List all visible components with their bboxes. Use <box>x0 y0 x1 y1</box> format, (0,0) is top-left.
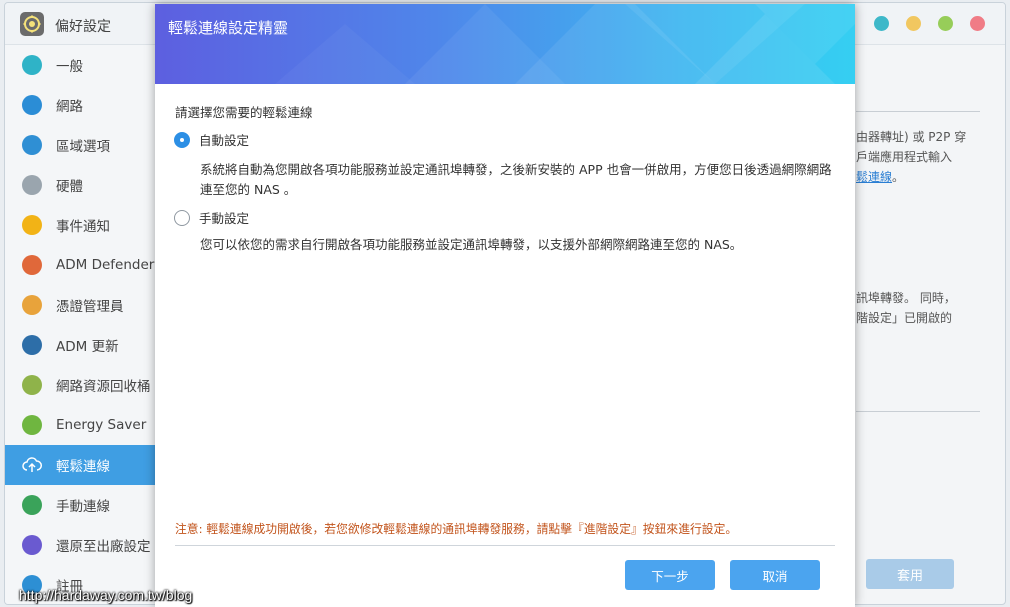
sidebar-item[interactable]: 手動連線 <box>5 485 156 525</box>
sidebar-item[interactable]: Energy Saver <box>5 405 156 445</box>
divider <box>856 111 980 112</box>
dialog-header: 輕鬆連線設定精靈 <box>155 4 855 84</box>
sidebar: 一般網路區域選項硬體事件通知 ADM Defender 憑證管理員 ADM 更新網路資… <box>5 45 156 604</box>
sidebar-item[interactable]: ADM 更新 <box>5 325 156 365</box>
sidebar-item-label: ADM Defender <box>56 257 155 273</box>
sidebar-item[interactable]: 憑證管理員 <box>5 285 156 325</box>
sidebar-item-label: Energy Saver <box>56 417 147 433</box>
energy-icon <box>22 415 42 435</box>
auto-setup-radio[interactable] <box>174 131 190 148</box>
sidebar-item[interactable]: 網路 <box>5 85 156 125</box>
region-icon <box>22 135 42 155</box>
background-text: 。 <box>892 170 905 184</box>
apply-button[interactable]: 套用 <box>866 559 954 589</box>
sidebar-item-label: 輕鬆連線 <box>56 459 110 475</box>
close-button[interactable] <box>970 16 985 31</box>
sidebar-item-label: ADM 更新 <box>56 339 119 355</box>
auto-setup-label: 自動設定 <box>199 133 250 148</box>
manual-setup-description: 您可以依您的需求自行開啟各項功能服務並設定通訊埠轉發，以支援外部網際網路連至您的… <box>200 237 743 252</box>
general-icon <box>22 55 42 75</box>
dialog-title: 輕鬆連線設定精靈 <box>168 19 289 37</box>
sidebar-item[interactable]: 還原至出廠設定 <box>5 525 156 565</box>
preferences-app-icon <box>20 12 44 36</box>
divider <box>856 411 980 412</box>
restore-icon <box>22 535 42 555</box>
manual-setup-option[interactable]: 手動設定 <box>174 208 249 227</box>
maximize-button[interactable] <box>938 16 953 31</box>
sidebar-item-label: 網路 <box>56 99 83 115</box>
background-text: 階設定」已開啟的 <box>856 311 953 325</box>
background-text: 訊埠轉發。 同時， <box>856 291 956 305</box>
cancel-button[interactable]: 取消 <box>730 560 820 590</box>
alert-icon <box>22 215 42 235</box>
footer-divider <box>175 545 835 546</box>
background-text: 戶端應用程式輸入 <box>856 150 953 164</box>
window-dot-teal[interactable] <box>874 16 889 31</box>
sidebar-item-label: 事件通知 <box>56 219 110 235</box>
manual-setup-radio[interactable] <box>174 209 190 226</box>
globe-icon <box>22 95 42 115</box>
window-title: 偏好設定 <box>55 19 111 35</box>
background-settings-panel: 由器轉址) 或 P2P 穿 戶端應用程式輸入 鬆連線。 訊埠轉發。 同時， 階設… <box>856 45 1005 604</box>
window-controls <box>874 16 985 31</box>
sidebar-item-label: 硬體 <box>56 179 83 195</box>
sidebar-item-label: 憑證管理員 <box>56 299 124 315</box>
sidebar-item[interactable]: 硬體 <box>5 165 156 205</box>
sidebar-item-label: 一般 <box>56 59 83 75</box>
sidebar-item-label: 網路資源回收桶 <box>56 379 151 395</box>
sidebar-item[interactable]: ADM Defender <box>5 245 156 285</box>
sidebar-item[interactable]: 網路資源回收桶 <box>5 365 156 405</box>
auto-setup-description: 系統將自動為您開啟各項功能服務並設定通訊埠轉發，之後新安裝的 APP 也會一併啟… <box>200 162 832 197</box>
watermark-text: http://hardaway.com.tw/blog <box>19 587 193 603</box>
recycle-bin-icon <box>22 375 42 395</box>
dialog-body: 請選擇您需要的輕鬆連線 自動設定 系統將自動為您開啟各項功能服務並設定通訊埠轉發… <box>155 84 855 607</box>
easy-connect-wizard-dialog: 輕鬆連線設定精靈 請選擇您需要的輕鬆連線 自動設定 系統將自動為您開啟各項功能服… <box>155 4 855 607</box>
background-text: 由器轉址) 或 P2P 穿 <box>856 130 967 144</box>
sidebar-item[interactable]: 輕鬆連線 <box>5 445 156 485</box>
sidebar-item-label: 區域選項 <box>56 139 110 155</box>
sidebar-item[interactable]: 區域選項 <box>5 125 156 165</box>
manual-setup-label: 手動設定 <box>199 211 250 226</box>
note-text: 注意: 輕鬆連線成功開啟後，若您欲修改輕鬆連線的通訊埠轉發服務，請點擊『進階設定… <box>175 522 738 536</box>
certificate-icon <box>22 295 42 315</box>
update-icon <box>22 335 42 355</box>
auto-setup-option[interactable]: 自動設定 <box>174 130 249 149</box>
sidebar-item-label: 還原至出廠設定 <box>56 539 151 555</box>
prompt-text: 請選擇您需要的輕鬆連線 <box>175 105 313 120</box>
minimize-button[interactable] <box>906 16 921 31</box>
easy-connect-link[interactable]: 鬆連線 <box>856 170 892 184</box>
sidebar-item[interactable]: 一般 <box>5 45 156 85</box>
cloud-upload-icon <box>22 455 42 475</box>
background-text: 鬆連線。 <box>856 167 904 188</box>
sidebar-item[interactable]: 事件通知 <box>5 205 156 245</box>
manual-connect-icon <box>22 495 42 515</box>
sidebar-item-label: 手動連線 <box>56 499 110 515</box>
firewall-icon <box>22 255 42 275</box>
hardware-icon <box>22 175 42 195</box>
next-button[interactable]: 下一步 <box>625 560 715 590</box>
header-pattern <box>275 4 855 84</box>
